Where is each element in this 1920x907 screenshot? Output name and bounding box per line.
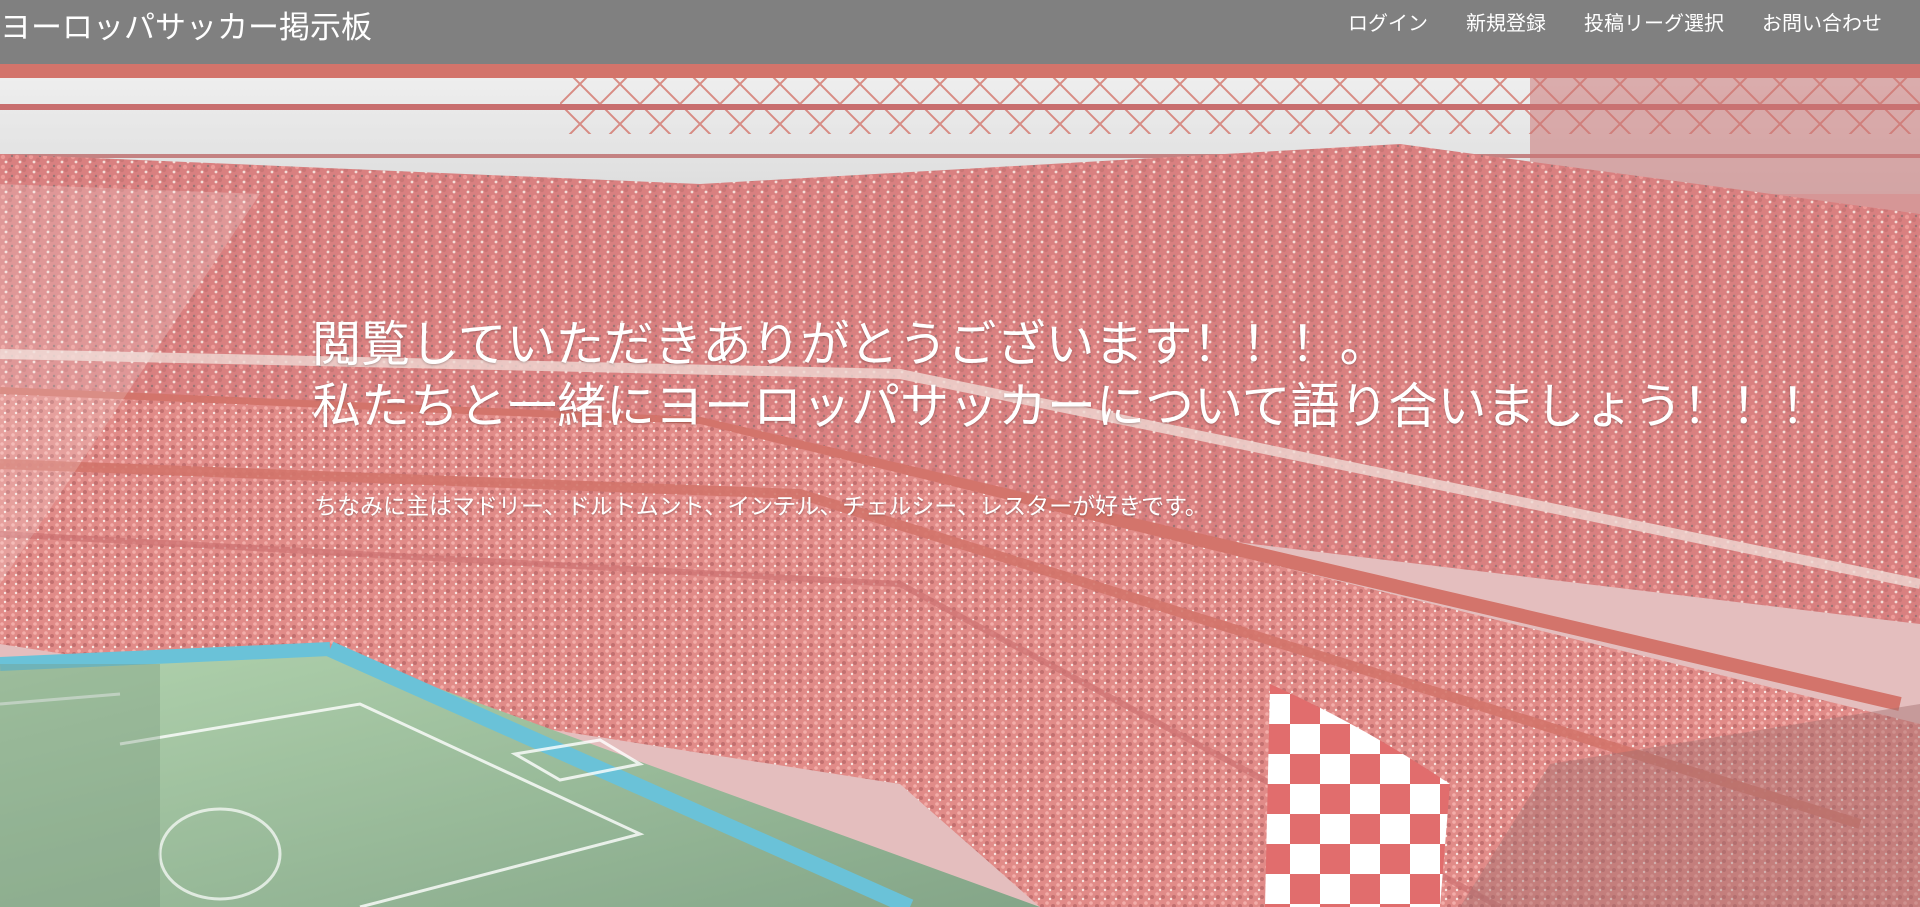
nav-item-league-select: 投稿リーグ選択: [1584, 10, 1724, 36]
hero-heading: 閲覧していただきありがとうございます！！！。 私たちと一緒にヨーロッパサッカーに…: [312, 314, 1830, 438]
nav-item-login: ログイン: [1348, 10, 1428, 36]
nav-link-league-select[interactable]: 投稿リーグ選択: [1584, 10, 1724, 36]
nav-link-contact[interactable]: お問い合わせ: [1762, 10, 1882, 36]
site-title[interactable]: ヨーロッパサッカー掲示板: [0, 8, 372, 48]
nav-link-register[interactable]: 新規登録: [1466, 10, 1546, 36]
nav-item-register: 新規登録: [1466, 10, 1546, 36]
nav-link-login[interactable]: ログイン: [1348, 10, 1428, 36]
hero-overlay: [0, 64, 1920, 907]
page: ヨーロッパサッカー掲示板 ログイン 新規登録 投稿リーグ選択 お問い合わせ 閲覧…: [0, 0, 1920, 907]
site-header: ヨーロッパサッカー掲示板 ログイン 新規登録 投稿リーグ選択 お問い合わせ: [0, 0, 1920, 64]
nav-item-contact: お問い合わせ: [1762, 10, 1882, 36]
hero-heading-line1: 閲覧していただきありがとうございます！！！。: [312, 316, 1389, 373]
hero-heading-line2: 私たちと一緒にヨーロッパサッカーについて語り合いましょう！！！: [312, 378, 1830, 435]
hero-subtext: ちなみに主はマドリー、ドルトムント、インテル、チェルシー、レスターが好きです。: [314, 494, 1208, 520]
main-nav: ログイン 新規登録 投稿リーグ選択 お問い合わせ: [1348, 10, 1882, 36]
hero-section: 閲覧していただきありがとうございます！！！。 私たちと一緒にヨーロッパサッカーに…: [0, 64, 1920, 907]
